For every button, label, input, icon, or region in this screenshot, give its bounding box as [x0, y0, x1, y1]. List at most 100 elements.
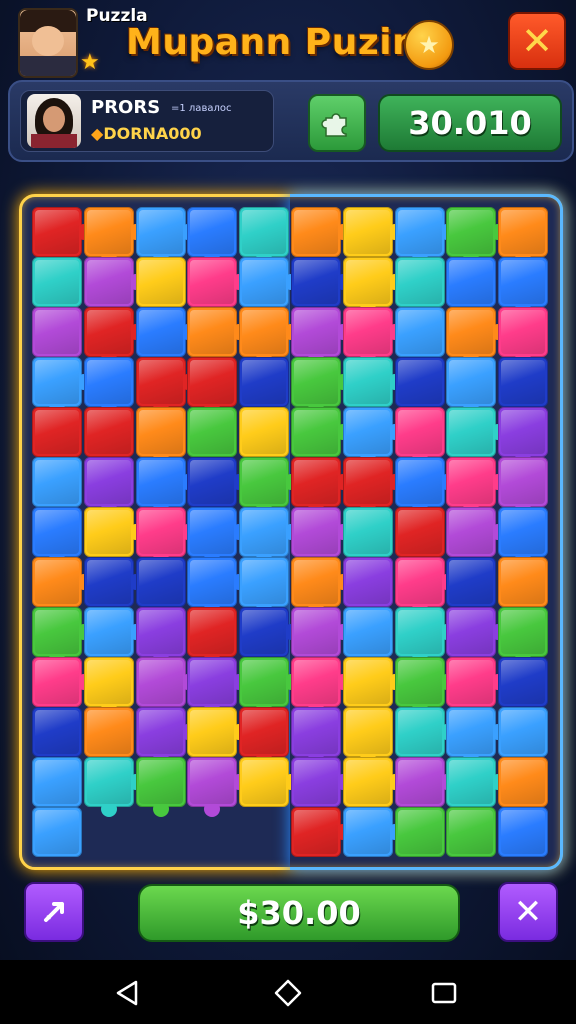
- puzzle-piece[interactable]: [291, 557, 351, 617]
- puzzle-piece[interactable]: [498, 557, 549, 607]
- puzzle-piece[interactable]: [187, 407, 238, 457]
- puzzle-piece[interactable]: [498, 607, 549, 667]
- puzzle-piece[interactable]: [394, 457, 455, 517]
- puzzle-piece[interactable]: [291, 507, 351, 557]
- puzzle-piece[interactable]: [446, 807, 497, 857]
- puzzle-piece[interactable]: [239, 207, 290, 267]
- puzzle-piece[interactable]: [291, 707, 341, 767]
- puzzle-piece[interactable]: [135, 257, 186, 307]
- puzzle-piece[interactable]: [135, 457, 196, 517]
- star-coin-icon[interactable]: ★: [404, 20, 454, 70]
- puzzle-piece[interactable]: [498, 807, 549, 857]
- puzzle-piece[interactable]: [32, 707, 82, 757]
- puzzle-piece[interactable]: [83, 757, 144, 817]
- puzzle-piece[interactable]: [32, 657, 92, 707]
- puzzle-piece[interactable]: [498, 507, 549, 567]
- puzzle-piece[interactable]: [32, 407, 82, 457]
- puzzle-piece[interactable]: [342, 657, 403, 707]
- puzzle-piece[interactable]: [135, 757, 186, 817]
- puzzle-piece[interactable]: [187, 207, 238, 267]
- puzzle-piece[interactable]: [342, 207, 403, 257]
- puzzle-piece[interactable]: [446, 557, 497, 607]
- puzzle-piece[interactable]: [135, 207, 196, 267]
- puzzle-piece[interactable]: [498, 307, 549, 367]
- puzzle-piece[interactable]: [239, 557, 290, 617]
- puzzle-piece[interactable]: [83, 607, 144, 657]
- puzzle-piece[interactable]: [32, 607, 92, 667]
- puzzle-piece[interactable]: [498, 657, 549, 707]
- puzzle-piece[interactable]: [187, 357, 238, 417]
- puzzle-piece[interactable]: [187, 507, 248, 567]
- puzzle-piece[interactable]: [342, 507, 393, 557]
- puzzle-piece[interactable]: [446, 657, 507, 707]
- puzzle-piece[interactable]: [342, 607, 393, 657]
- puzzle-piece[interactable]: [291, 457, 351, 517]
- puzzle-piece[interactable]: [291, 807, 351, 857]
- puzzle-piece[interactable]: [342, 707, 393, 767]
- puzzle-piece[interactable]: [32, 457, 82, 507]
- puzzle-piece[interactable]: [187, 307, 248, 357]
- puzzle-piece[interactable]: [135, 507, 196, 567]
- puzzle-piece[interactable]: [291, 657, 351, 717]
- puzzle-piece[interactable]: [291, 257, 351, 307]
- puzzle-piece[interactable]: [83, 257, 144, 307]
- puzzle-piece[interactable]: [446, 257, 497, 307]
- puzzle-piece[interactable]: [394, 257, 445, 307]
- puzzle-piece[interactable]: [83, 557, 144, 607]
- puzzle-piece[interactable]: [187, 757, 248, 817]
- puzzle-piece[interactable]: [342, 257, 403, 317]
- puzzle-piece[interactable]: [394, 307, 445, 357]
- home-circle-icon[interactable]: [271, 976, 305, 1010]
- puzzle-piece[interactable]: [291, 357, 351, 417]
- puzzle-piece[interactable]: [239, 507, 300, 567]
- price-button[interactable]: $30.00: [138, 884, 460, 942]
- puzzle-piece[interactable]: [135, 657, 196, 707]
- puzzle-piece[interactable]: [239, 657, 300, 717]
- puzzle-piece[interactable]: [187, 607, 238, 667]
- puzzle-piece[interactable]: [239, 407, 290, 457]
- puzzle-piece[interactable]: [239, 307, 300, 367]
- puzzle-piece[interactable]: [83, 457, 134, 517]
- puzzle-piece[interactable]: [394, 607, 455, 667]
- puzzle-piece[interactable]: [342, 357, 403, 407]
- puzzle-piece[interactable]: [135, 707, 196, 767]
- swap-button[interactable]: [24, 882, 84, 942]
- puzzle-piece[interactable]: [135, 407, 186, 467]
- puzzle-piece[interactable]: [394, 707, 455, 757]
- puzzle-piece[interactable]: [239, 607, 300, 657]
- puzzle-piece[interactable]: [83, 707, 134, 757]
- puzzle-piece[interactable]: [135, 307, 196, 357]
- puzzle-piece[interactable]: [446, 457, 507, 517]
- puzzle-piece[interactable]: [239, 757, 300, 807]
- puzzle-piece[interactable]: [342, 557, 393, 607]
- puzzle-piece[interactable]: [239, 707, 290, 767]
- puzzle-piece[interactable]: [187, 557, 248, 617]
- puzzle-piece[interactable]: [446, 207, 507, 267]
- puzzle-piece[interactable]: [239, 357, 290, 407]
- puzzle-piece[interactable]: [446, 507, 507, 557]
- puzzle-piece[interactable]: [342, 807, 403, 857]
- hint-button[interactable]: [308, 94, 366, 152]
- puzzle-piece[interactable]: [83, 657, 134, 717]
- puzzle-piece[interactable]: [32, 207, 92, 257]
- puzzle-piece[interactable]: [32, 507, 82, 567]
- puzzle-piece[interactable]: [291, 607, 351, 657]
- puzzle-piece[interactable]: [291, 407, 351, 457]
- puzzle-piece[interactable]: [32, 307, 82, 357]
- puzzle-piece[interactable]: [446, 607, 507, 657]
- puzzle-piece[interactable]: [498, 207, 549, 267]
- puzzle-piece[interactable]: [32, 807, 82, 857]
- puzzle-piece[interactable]: [342, 307, 403, 367]
- puzzle-piece[interactable]: [83, 507, 144, 557]
- puzzle-piece[interactable]: [394, 557, 455, 617]
- puzzle-piece[interactable]: [342, 407, 403, 467]
- puzzle-piece[interactable]: [342, 457, 403, 517]
- puzzle-piece[interactable]: [498, 457, 549, 517]
- puzzle-piece[interactable]: [187, 657, 248, 717]
- puzzle-piece[interactable]: [239, 257, 300, 307]
- puzzle-piece[interactable]: [32, 757, 82, 807]
- puzzle-piece[interactable]: [291, 207, 351, 257]
- recents-square-icon[interactable]: [427, 976, 461, 1010]
- puzzle-piece[interactable]: [498, 707, 549, 757]
- puzzle-piece[interactable]: [394, 357, 445, 407]
